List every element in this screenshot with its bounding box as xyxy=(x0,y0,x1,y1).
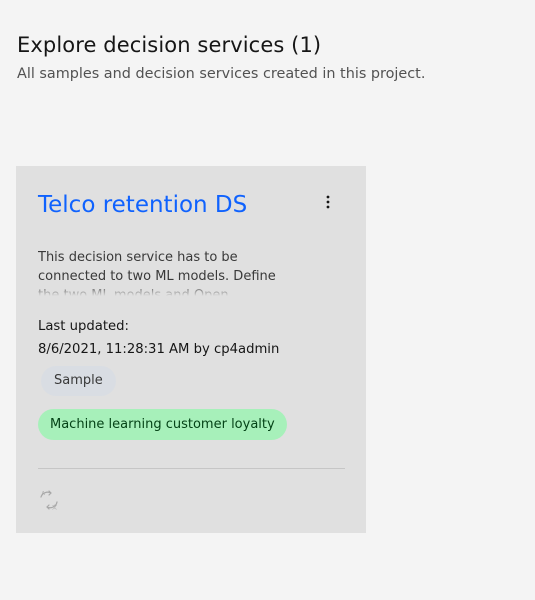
tag-machine-learning: Machine learning customer loyalty xyxy=(38,409,287,440)
overflow-menu-icon xyxy=(326,195,330,209)
translate-icon[interactable]: A 文 xyxy=(38,489,60,511)
explore-page: Explore decision services (1) All sample… xyxy=(0,0,535,600)
last-updated-label: Last updated: xyxy=(38,319,129,334)
tag-sample: Sample xyxy=(41,366,116,396)
svg-text:文: 文 xyxy=(52,504,57,511)
last-updated-value: 8/6/2021, 11:28:31 AM by cp4admin xyxy=(38,342,280,357)
decision-service-card[interactable]: Telco retention DS This decision service… xyxy=(16,166,366,533)
page-title: Explore decision services (1) xyxy=(17,33,322,57)
card-description: This decision service has to be connecte… xyxy=(38,250,276,296)
card-title-link[interactable]: Telco retention DS xyxy=(38,192,247,218)
card-divider xyxy=(38,468,345,469)
svg-text:A: A xyxy=(42,491,46,497)
overflow-menu-button[interactable] xyxy=(316,190,340,214)
page-subtitle: All samples and decision services create… xyxy=(17,66,426,82)
